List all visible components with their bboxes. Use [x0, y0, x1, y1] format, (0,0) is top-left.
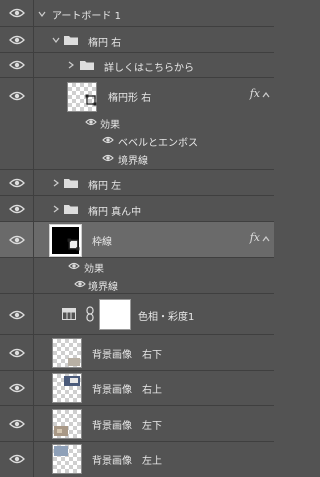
chevron-up-icon[interactable]	[262, 236, 270, 242]
eye-icon[interactable]	[9, 178, 25, 188]
layer-row-bg-bottom-right[interactable]: 背景画像 右下	[0, 335, 274, 371]
eye-column	[0, 371, 34, 405]
layer-thumbnail	[52, 373, 82, 403]
effect-stroke: 境界線	[118, 156, 148, 167]
layer-row-group-ellipse-center[interactable]: 楕円 真ん中	[0, 196, 274, 222]
layer-row-group-ellipse-left[interactable]: 楕円 左	[0, 170, 274, 196]
eye-column	[0, 27, 34, 52]
layer-name: 背景画像 右上	[92, 385, 162, 396]
eye-icon[interactable]	[9, 91, 25, 101]
mask-thumbnail	[99, 299, 131, 330]
eye-icon[interactable]	[9, 310, 25, 320]
link-icon[interactable]	[86, 306, 94, 322]
layer-row-group-details[interactable]: 詳しくはこちらから	[0, 53, 274, 78]
eye-column	[0, 294, 34, 334]
eye-icon[interactable]	[9, 35, 25, 45]
eye-column	[0, 196, 34, 221]
layer-row-frame[interactable]: 枠線 fx	[0, 222, 274, 258]
eye-icon[interactable]	[74, 280, 86, 288]
layer-name: 背景画像 右下	[92, 350, 162, 361]
fx-icon[interactable]: fx	[250, 231, 260, 244]
folder-icon	[64, 179, 78, 188]
eye-icon[interactable]	[9, 8, 25, 18]
eye-column	[0, 0, 34, 26]
eye-icon[interactable]	[9, 419, 25, 429]
layer-name: 詳しくはこちらから	[104, 63, 194, 74]
effects-label: 効果	[84, 264, 104, 275]
layer-row-ellipse-shape[interactable]: 楕円形 右 fx 効果 ベベルとエンボス 境界線	[0, 78, 274, 170]
layer-effects-frame: 効果 境界線	[0, 258, 274, 294]
chevron-down-icon[interactable]	[38, 10, 46, 18]
chevron-right-icon[interactable]	[67, 61, 75, 69]
eye-icon[interactable]	[9, 204, 25, 214]
eye-column	[0, 222, 34, 257]
layer-row-artboard[interactable]: アートボード 1	[0, 0, 274, 27]
folder-icon	[64, 205, 78, 214]
chevron-up-icon[interactable]	[262, 92, 270, 98]
layer-name: 楕円形 右	[108, 93, 152, 104]
fx-icon[interactable]: fx	[250, 87, 260, 100]
shape-layer-icon	[85, 94, 97, 106]
layer-name: 背景画像 左上	[92, 456, 162, 467]
layer-row-bg-top-left[interactable]: 背景画像 左上	[0, 442, 274, 477]
chevron-right-icon[interactable]	[52, 179, 60, 187]
effect-stroke: 境界線	[88, 282, 118, 293]
eye-column	[0, 442, 34, 477]
layer-thumbnail	[52, 338, 82, 368]
layer-name: 楕円 左	[88, 181, 122, 192]
chevron-right-icon[interactable]	[52, 205, 60, 213]
eye-column	[0, 335, 34, 370]
layer-name: 楕円 真ん中	[88, 207, 142, 218]
layer-name: 背景画像 左下	[92, 421, 162, 432]
eye-icon[interactable]	[9, 454, 25, 464]
eye-column	[0, 170, 34, 195]
layer-row-bg-bottom-left[interactable]: 背景画像 左下	[0, 406, 274, 442]
eye-column	[0, 258, 34, 293]
effects-label: 効果	[100, 120, 120, 131]
adjustment-icon	[62, 308, 76, 320]
layer-name: 枠線	[92, 237, 112, 248]
eye-icon[interactable]	[102, 136, 114, 144]
eye-column	[0, 78, 34, 169]
eye-icon[interactable]	[102, 154, 114, 162]
eye-icon[interactable]	[85, 118, 97, 126]
eye-icon[interactable]	[9, 60, 25, 70]
eye-icon[interactable]	[9, 235, 25, 245]
folder-icon	[64, 36, 78, 45]
chevron-down-icon[interactable]	[52, 36, 60, 44]
eye-icon[interactable]	[68, 262, 80, 270]
layer-thumbnail	[52, 409, 82, 439]
eye-column	[0, 406, 34, 441]
shape-layer-icon	[67, 238, 80, 251]
layer-thumbnail	[52, 444, 82, 474]
layer-row-group-ellipse-right[interactable]: 楕円 右	[0, 27, 274, 53]
eye-icon[interactable]	[9, 383, 25, 393]
layer-name: 色相・彩度1	[138, 312, 195, 323]
folder-icon	[80, 61, 94, 70]
layer-row-hue-saturation[interactable]: 色相・彩度1	[0, 294, 274, 335]
eye-column	[0, 53, 34, 77]
layers-panel: アートボード 1 楕円 右 詳しくはこちらから 楕円形 右 fx 効果 ベベルと…	[0, 0, 274, 477]
effect-bevel-emboss: ベベルとエンボス	[118, 138, 198, 149]
layer-name: 楕円 右	[88, 38, 122, 49]
layer-name: アートボード 1	[52, 11, 121, 22]
layer-row-bg-top-right[interactable]: 背景画像 右上	[0, 371, 274, 406]
eye-icon[interactable]	[9, 348, 25, 358]
